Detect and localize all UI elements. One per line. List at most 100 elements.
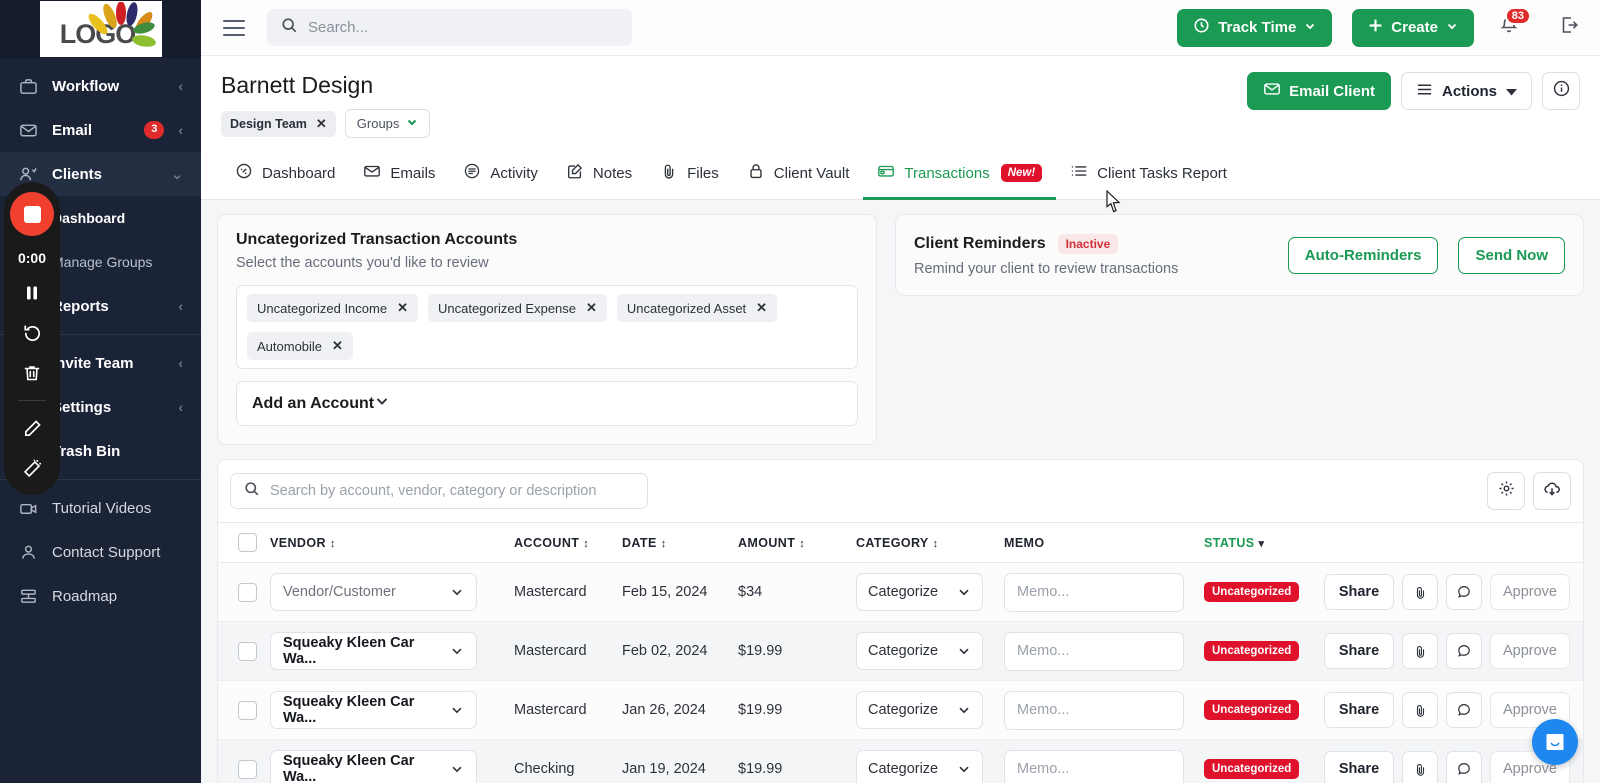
account-tag[interactable]: Uncategorized Income ✕	[247, 294, 418, 322]
menu-toggle-icon[interactable]	[223, 19, 245, 36]
track-time-button[interactable]: Track Time	[1177, 8, 1333, 47]
column-amount[interactable]: AMOUNT ↕	[738, 522, 856, 563]
memo-input[interactable]	[1017, 584, 1171, 600]
tab-dashboard[interactable]: Dashboard	[221, 152, 349, 200]
search-input[interactable]	[308, 19, 618, 36]
memo-field[interactable]	[1004, 749, 1184, 783]
memo-field[interactable]	[1004, 690, 1184, 730]
share-button[interactable]: Share	[1324, 574, 1394, 610]
tab-emails[interactable]: Emails	[349, 152, 449, 200]
column-date[interactable]: DATE ↕	[622, 522, 738, 563]
send-now-button[interactable]: Send Now	[1458, 236, 1565, 274]
comment-icon	[1458, 763, 1470, 775]
sidebar-item-workflow[interactable]: Workflow ‹	[0, 64, 201, 108]
share-button[interactable]: Share	[1324, 633, 1394, 669]
close-icon[interactable]: ✕	[586, 300, 597, 316]
auto-reminders-button[interactable]: Auto-Reminders	[1287, 236, 1439, 274]
row-status-cell: Uncategorized	[1204, 739, 1324, 783]
row-checkbox[interactable]	[238, 582, 257, 602]
vendor-select[interactable]: Squeaky Kleen Car Wa...	[270, 750, 477, 783]
export-download-button[interactable]	[1533, 472, 1571, 510]
magic-effects-icon[interactable]	[19, 455, 45, 481]
table-row[interactable]: Squeaky Kleen Car Wa... Mastercard Feb 0…	[218, 621, 1583, 681]
share-button[interactable]: Share	[1324, 692, 1394, 728]
comment-button[interactable]	[1446, 692, 1482, 728]
table-search-input[interactable]	[270, 483, 634, 499]
row-select-cell	[218, 680, 270, 740]
attach-button[interactable]	[1402, 751, 1438, 783]
tab-transactions[interactable]: Transactions New!	[863, 152, 1057, 200]
screen-recorder-toolbar[interactable]: 0:00	[4, 182, 60, 495]
vendor-select[interactable]: Squeaky Kleen Car Wa...	[270, 632, 477, 670]
category-select[interactable]: Categorize	[856, 691, 983, 729]
account-tag[interactable]: Uncategorized Asset ✕	[616, 294, 778, 322]
global-search[interactable]	[267, 9, 632, 46]
intercom-chat-launcher[interactable]	[1532, 719, 1578, 765]
select-all-checkbox[interactable]	[238, 533, 257, 552]
row-checkbox[interactable]	[238, 759, 257, 779]
table-row[interactable]: Squeaky Kleen Car Wa... Mastercard Jan 2…	[218, 680, 1583, 740]
row-checkbox[interactable]	[238, 700, 257, 720]
category-select[interactable]: Categorize	[856, 573, 983, 611]
groups-dropdown[interactable]: Groups	[344, 109, 431, 138]
memo-field[interactable]	[1004, 572, 1184, 612]
attach-button[interactable]	[1402, 692, 1438, 728]
actions-button[interactable]: Actions	[1400, 72, 1532, 110]
category-select[interactable]: Categorize	[856, 750, 983, 783]
category-select[interactable]: Categorize	[856, 632, 983, 670]
email-client-button[interactable]: Email Client	[1247, 72, 1391, 110]
logout-button[interactable]	[1552, 11, 1586, 45]
column-account[interactable]: ACCOUNT ↕	[514, 522, 622, 563]
logo[interactable]: LOGO	[0, 0, 201, 58]
table-row[interactable]: Squeaky Kleen Car Wa... Checking Jan 19,…	[218, 739, 1583, 783]
comment-button[interactable]	[1446, 633, 1482, 669]
comment-button[interactable]	[1446, 574, 1482, 610]
groups-label: Groups	[356, 116, 400, 131]
row-checkbox[interactable]	[238, 641, 257, 661]
share-button[interactable]: Share	[1324, 751, 1394, 783]
sidebar-item-contact-support[interactable]: Contact Support	[0, 530, 201, 574]
vendor-select[interactable]: Vendor/Customer	[270, 573, 477, 611]
approve-button[interactable]: Approve	[1490, 574, 1570, 610]
tab-activity[interactable]: Activity	[449, 152, 552, 200]
restart-recording-icon[interactable]	[19, 320, 45, 346]
memo-field[interactable]	[1004, 631, 1184, 671]
column-vendor[interactable]: VENDOR ↕	[270, 522, 514, 563]
tab-notes[interactable]: Notes	[552, 152, 646, 200]
add-account-select[interactable]: Add an Account	[236, 381, 858, 426]
annotate-pen-icon[interactable]	[19, 415, 45, 441]
sidebar-item-roadmap[interactable]: Roadmap	[0, 574, 201, 618]
chip-design-team[interactable]: Design Team ✕	[221, 110, 336, 137]
notifications-button[interactable]: 83	[1492, 6, 1531, 45]
comment-icon	[1458, 586, 1470, 598]
comment-button[interactable]	[1446, 751, 1482, 783]
memo-input[interactable]	[1017, 761, 1171, 777]
attach-button[interactable]	[1402, 574, 1438, 610]
column-category[interactable]: CATEGORY ↕	[856, 522, 1004, 563]
tab-files[interactable]: Files	[646, 152, 733, 200]
attach-button[interactable]	[1402, 633, 1438, 669]
close-icon[interactable]: ✕	[397, 300, 408, 316]
tab-client-tasks-report[interactable]: Client Tasks Report	[1056, 152, 1241, 200]
delete-recording-icon[interactable]	[19, 360, 45, 386]
approve-button[interactable]: Approve	[1490, 633, 1570, 669]
close-icon[interactable]: ✕	[332, 338, 343, 354]
stop-recording-button[interactable]	[10, 192, 54, 236]
sidebar-item-email[interactable]: Email 3 ‹	[0, 108, 201, 152]
column-status[interactable]: STATUS ▾	[1204, 522, 1324, 563]
account-value: Mastercard	[514, 584, 587, 600]
vendor-select[interactable]: Squeaky Kleen Car Wa...	[270, 691, 477, 729]
account-tag[interactable]: Automobile ✕	[247, 332, 353, 360]
table-row[interactable]: Vendor/Customer Mastercard Feb 15, 2024 …	[218, 562, 1583, 622]
table-settings-button[interactable]	[1487, 472, 1525, 510]
account-tag[interactable]: Uncategorized Expense ✕	[427, 294, 607, 322]
memo-input[interactable]	[1017, 643, 1171, 659]
table-search[interactable]	[230, 473, 648, 509]
tab-client-vault[interactable]: Client Vault	[733, 152, 864, 200]
info-button[interactable]	[1542, 72, 1580, 110]
memo-input[interactable]	[1017, 702, 1171, 718]
close-icon[interactable]: ✕	[756, 300, 767, 316]
close-icon[interactable]: ✕	[316, 116, 327, 132]
pause-recording-button[interactable]	[19, 280, 45, 306]
create-button[interactable]: Create	[1352, 8, 1474, 47]
